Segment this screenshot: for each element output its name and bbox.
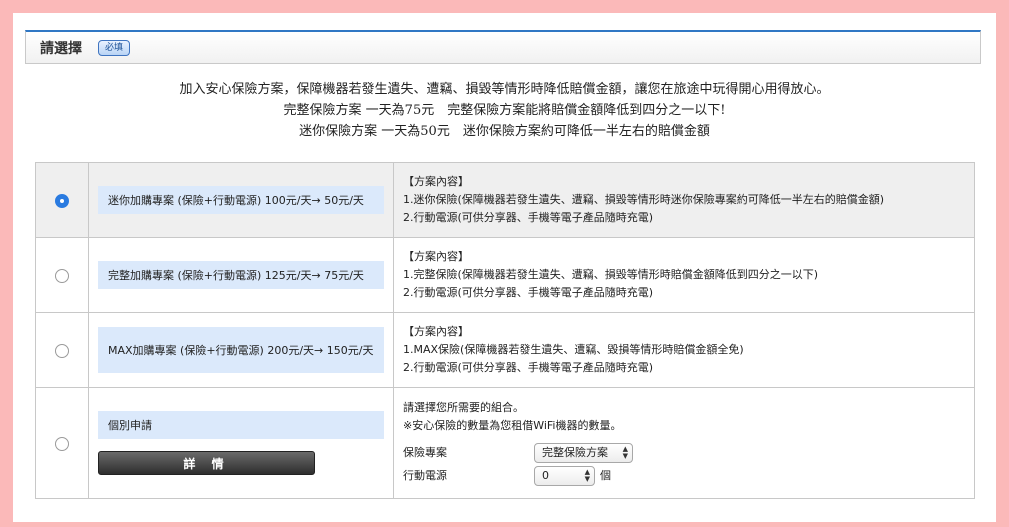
power-row: 行動電源 0 ▲ ▼ 個 (403, 464, 965, 487)
plan-radio-full[interactable] (55, 269, 69, 283)
custom-options: 請選擇您所需要的組合。 ※安心保險的數量為您租借WiFi機器的數量。 保險專案 … (393, 387, 975, 499)
plan-radio-max[interactable] (55, 344, 69, 358)
plan-desc-max: 【方案內容】 1.MAX保險(保障機器若發生遺失、遭竊、毀損等情形時賠償金額全免… (393, 312, 975, 388)
section-title: 請選擇 (40, 40, 82, 57)
power-label: 行動電源 (403, 468, 447, 482)
select-arrows-icon: ▲ ▼ (622, 444, 628, 460)
plan-desc-line: 1.完整保險(保障機器若發生遺失、遭竊、損毀等情形時賠償金額降低到四分之一以下) (403, 268, 819, 281)
main-panel: 請選擇 必填 加入安心保險方案，保障機器若發生遺失、遭竊、損毀等情形時降低賠償金… (13, 13, 996, 522)
plan-desc-heading: 【方案內容】 (403, 250, 469, 263)
intro-text: 加入安心保險方案，保障機器若發生遺失、遭竊、損毀等情形時降低賠償金額，讓您在旅途… (13, 79, 996, 142)
plan-label-custom: 個別申請 (98, 411, 384, 439)
plan-row-full[interactable]: 完整加購專案 (保險+行動電源) 125元/天→ 75元/天 【方案內容】 1.… (35, 237, 975, 313)
insurance-select[interactable]: 完整保險方案 ▲ ▼ (534, 442, 633, 463)
plan-row-max[interactable]: MAX加購專案 (保險+行動電源) 200元/天→ 150元/天 【方案內容】 … (35, 312, 975, 388)
plan-desc-heading: 【方案內容】 (403, 325, 469, 338)
plan-radio-custom[interactable] (55, 437, 69, 451)
plan-desc-line: 1.迷你保險(保障機器若發生遺失、遭竊、損毀等情形時迷你保險專案約可降低一半左右… (403, 193, 885, 206)
required-badge: 必填 (98, 39, 131, 56)
detail-button[interactable]: 詳 情 (98, 451, 315, 475)
plan-desc-line: 2.行動電源(可供分享器、手機等電子產品隨時充電) (403, 211, 654, 224)
section-header: 請選擇 必填 (25, 30, 981, 64)
insurance-label: 保險專案 (403, 445, 447, 459)
insurance-row: 保險專案 完整保險方案 ▲ ▼ (403, 441, 965, 464)
custom-note-2: ※安心保險的數量為您租借WiFi機器的數量。 (403, 419, 622, 432)
plan-label-max: MAX加購專案 (保險+行動電源) 200元/天→ 150元/天 (98, 327, 384, 373)
insurance-select-value: 完整保險方案 (542, 445, 608, 459)
plan-label-mini: 迷你加購專案 (保險+行動電源) 100元/天→ 50元/天 (98, 186, 384, 214)
plan-table: 迷你加購專案 (保險+行動電源) 100元/天→ 50元/天 【方案內容】 1.… (35, 162, 975, 499)
plan-radio-mini[interactable] (55, 194, 69, 208)
select-arrows-icon: ▲ ▼ (584, 467, 590, 483)
plan-desc-line: 2.行動電源(可供分享器、手機等電子產品隨時充電) (403, 361, 654, 374)
plan-desc-mini: 【方案內容】 1.迷你保險(保障機器若發生遺失、遭竊、損毀等情形時迷你保險專案約… (393, 162, 975, 238)
plan-desc-line: 2.行動電源(可供分享器、手機等電子產品隨時充電) (403, 286, 654, 299)
plan-desc-line: 1.MAX保險(保障機器若發生遺失、遭竊、毀損等情形時賠償金額全免) (403, 343, 744, 356)
plan-desc-full: 【方案內容】 1.完整保險(保障機器若發生遺失、遭竊、損毀等情形時賠償金額降低到… (393, 237, 975, 313)
power-select-value: 0 (542, 468, 549, 482)
intro-line-2: 完整保險方案 一天為75元 完整保險方案能將賠償金額降低到四分之一以下! (283, 103, 726, 118)
power-unit: 個 (600, 468, 611, 482)
intro-line-3: 迷你保險方案 一天為50元 迷你保險方案約可降低一半左右的賠償金額 (299, 124, 710, 139)
plan-row-mini[interactable]: 迷你加購專案 (保險+行動電源) 100元/天→ 50元/天 【方案內容】 1.… (35, 162, 975, 238)
plan-label-full: 完整加購專案 (保險+行動電源) 125元/天→ 75元/天 (98, 261, 384, 289)
intro-line-1: 加入安心保險方案，保障機器若發生遺失、遭竊、損毀等情形時降低賠償金額，讓您在旅途… (179, 82, 830, 97)
custom-note-1: 請選擇您所需要的組合。 (403, 401, 524, 414)
plan-desc-heading: 【方案內容】 (403, 175, 469, 188)
plan-row-custom[interactable]: 個別申請 詳 情 請選擇您所需要的組合。 ※安心保險的數量為您租借WiFi機器的… (35, 387, 975, 499)
power-select[interactable]: 0 ▲ ▼ (534, 465, 595, 486)
